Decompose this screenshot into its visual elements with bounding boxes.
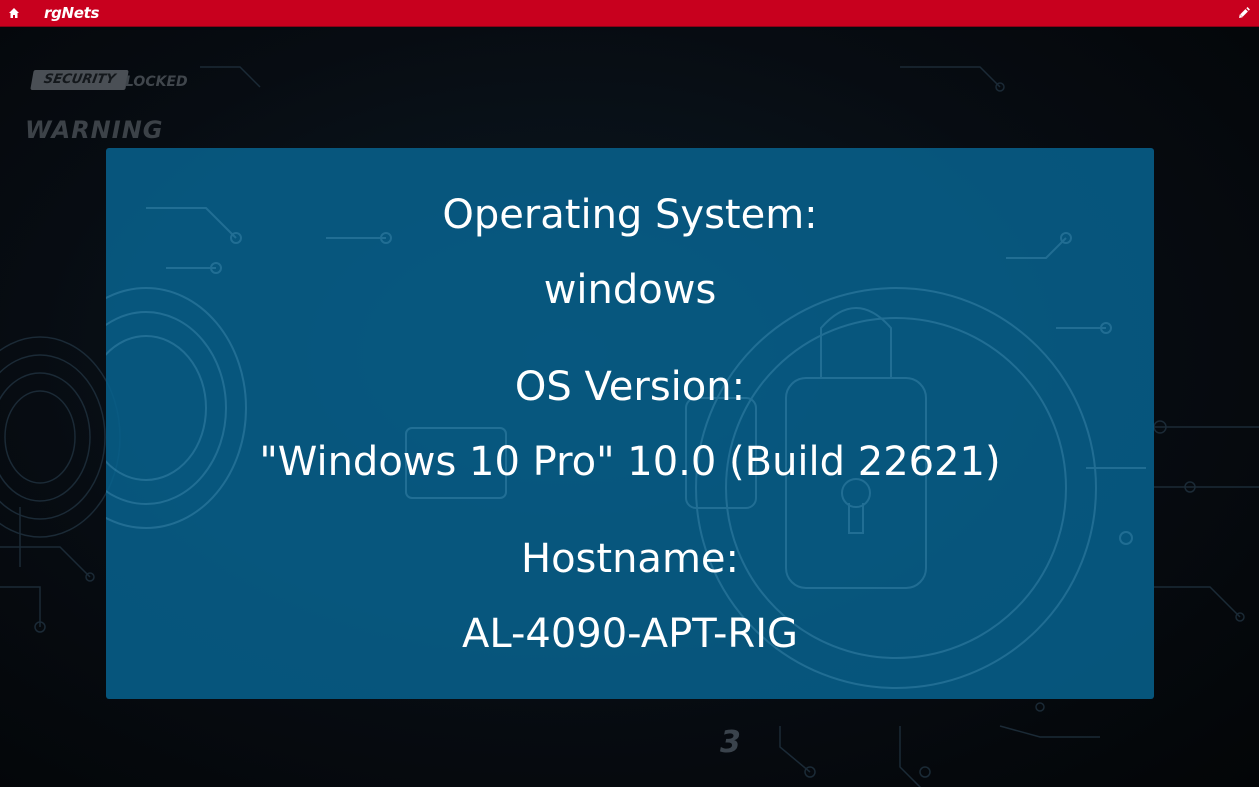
top-bar: rgNets (0, 0, 1259, 27)
edit-button[interactable] (1235, 4, 1253, 22)
os-value: windows (543, 267, 717, 313)
os-version-value: "Windows 10 Pro" 10.0 (Build 22621) (259, 439, 1001, 485)
home-icon (9, 8, 19, 18)
app-root: 3 SECURITY LOCKED WARNING rgNets Operati… (0, 0, 1259, 787)
security-stamp: SECURITY (30, 70, 129, 90)
svg-text:3: 3 (720, 725, 741, 760)
device-info-panel: Operating System: windows OS Version: "W… (106, 148, 1154, 699)
os-version-label: OS Version: (514, 364, 746, 410)
os-label: Operating System: (442, 192, 818, 238)
locked-stamp: LOCKED (125, 74, 188, 90)
warning-stamp: WARNING (25, 116, 164, 144)
pencil-icon (1239, 6, 1251, 18)
home-button[interactable] (6, 5, 22, 21)
hostname-label: Hostname: (521, 536, 739, 582)
hostname-value: AL-4090-APT-RIG (462, 611, 798, 657)
rgnets-logo[interactable]: rgNets (44, 3, 99, 23)
